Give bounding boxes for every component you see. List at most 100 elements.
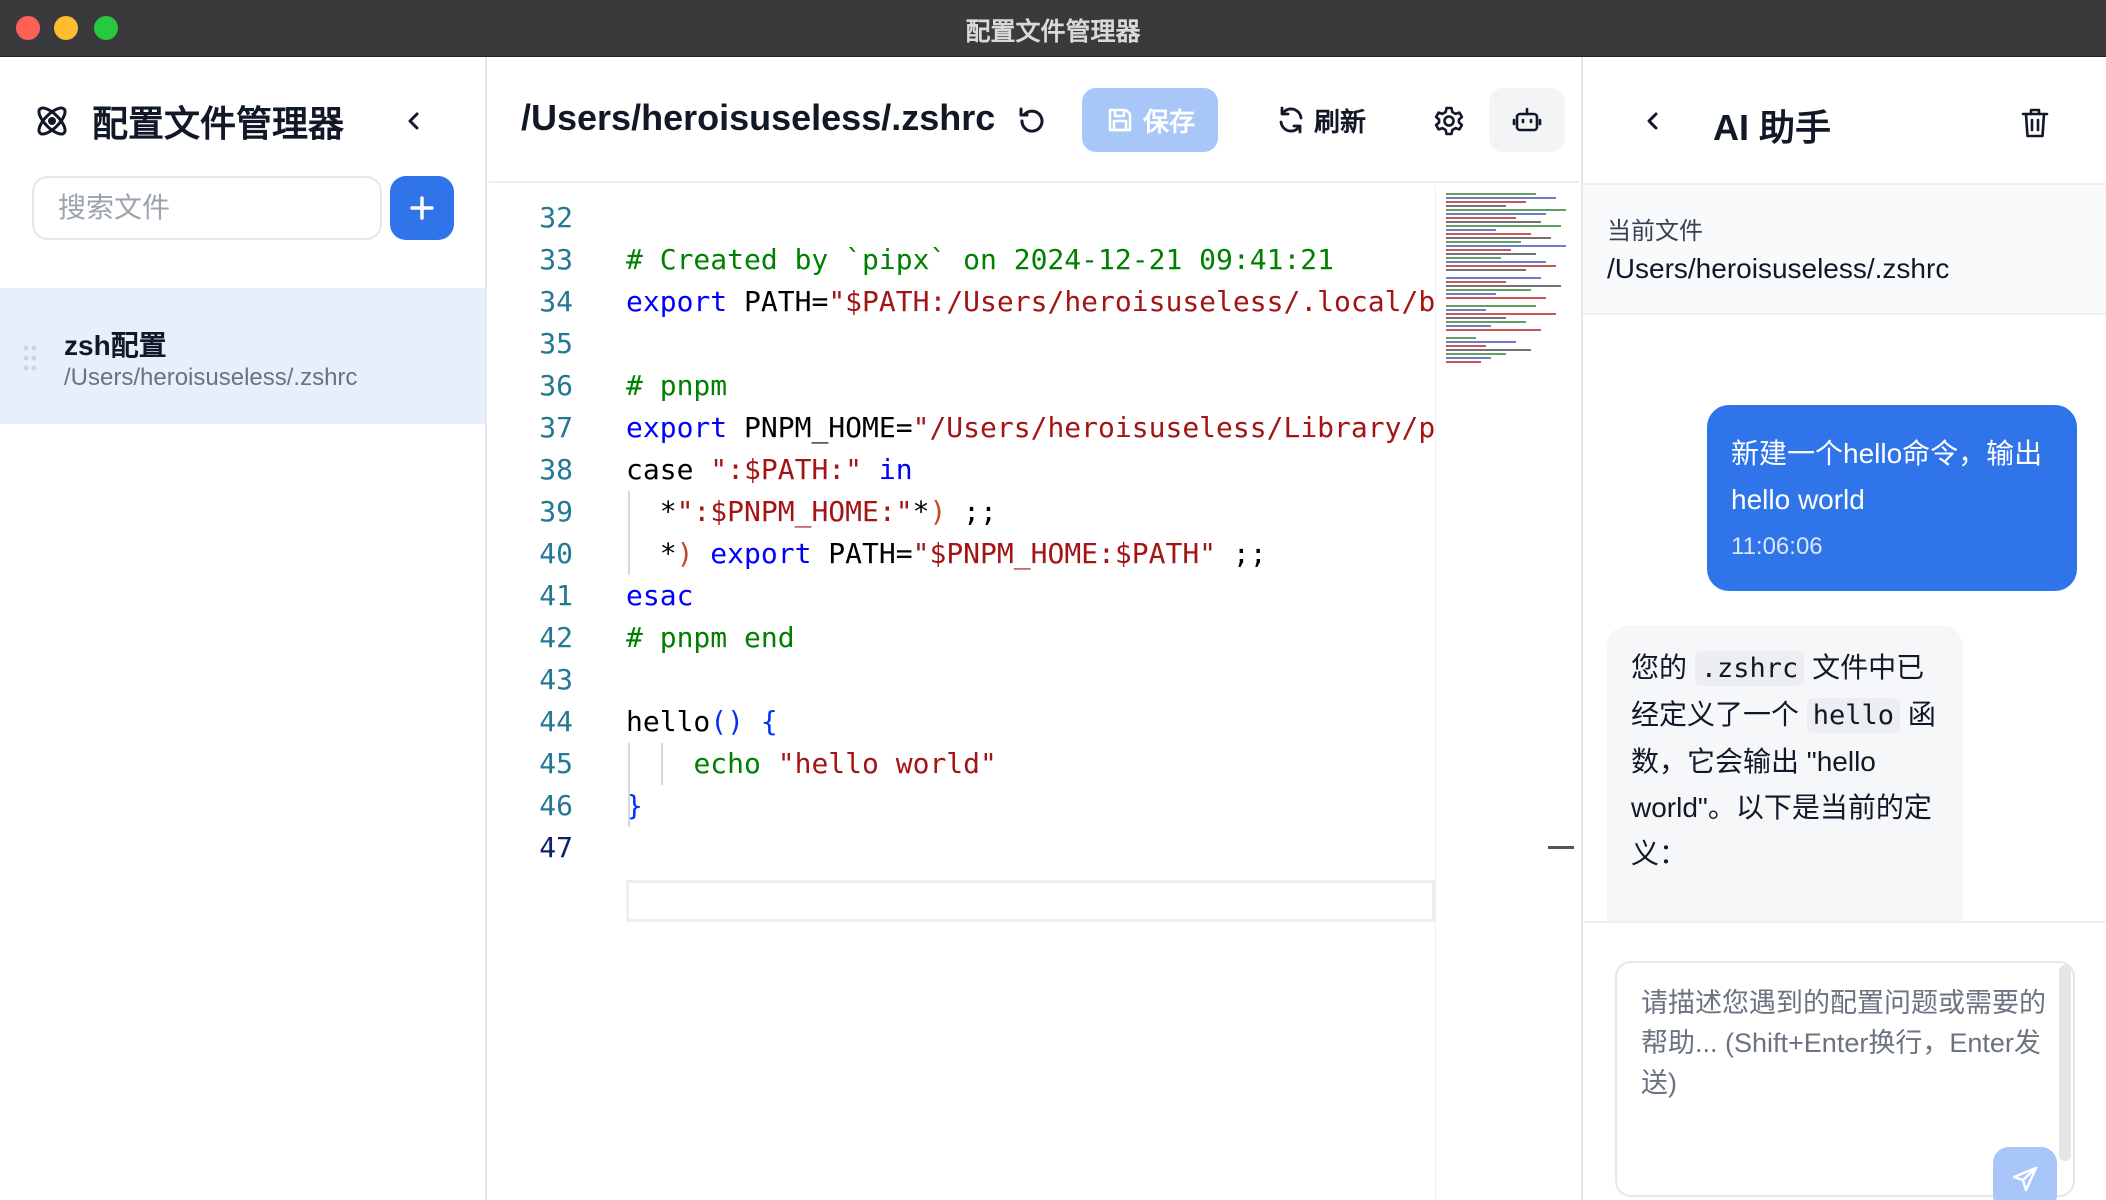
- file-name: zsh配置: [64, 330, 167, 361]
- line-number: 41: [539, 579, 573, 612]
- code-line[interactable]: 32: [489, 197, 1435, 239]
- code-line[interactable]: 43: [489, 659, 1435, 701]
- line-source: export PNPM_HOME="/Users/heroisuseless/L…: [626, 411, 1435, 444]
- file-path: /Users/heroisuseless/.zshrc: [64, 364, 358, 391]
- undo-button[interactable]: [1007, 97, 1055, 145]
- line-number: 46: [539, 789, 573, 822]
- minimap-line: [1446, 269, 1526, 271]
- gear-icon: [1434, 106, 1464, 136]
- code-line[interactable]: 35: [489, 323, 1435, 365]
- code-line[interactable]: 36 # pnpm: [489, 365, 1435, 407]
- chat-input-scrollbar[interactable]: [2059, 965, 2071, 1161]
- code-line[interactable]: 42 # pnpm end: [489, 617, 1435, 659]
- minimap-line: [1446, 325, 1491, 327]
- file-list-item[interactable]: zsh配置 /Users/heroisuseless/.zshrc: [0, 288, 485, 424]
- minimap-line: [1446, 249, 1511, 251]
- plus-icon: [410, 196, 434, 220]
- chat-input-area: [1583, 921, 2106, 1200]
- code-line[interactable]: 34 export PATH="$PATH:/Users/heroisuseles…: [489, 281, 1435, 323]
- minimap-line: [1446, 265, 1556, 267]
- ai-title: AI 助手: [1713, 107, 1832, 148]
- indent-guide: [628, 743, 630, 827]
- paper-plane-icon: [2012, 1166, 2038, 1192]
- minimap-line: [1446, 309, 1486, 311]
- minimap-line: [1446, 237, 1551, 239]
- editor-panel: /Users/heroisuseless/.zshrc 保存 刷新 32 33 …: [489, 57, 1579, 1200]
- line-number: 45: [539, 747, 573, 780]
- minimap-line: [1446, 293, 1496, 295]
- code-line[interactable]: 41 esac: [489, 575, 1435, 617]
- line-number: 43: [539, 663, 573, 696]
- line-number: 35: [539, 327, 573, 360]
- chat-history[interactable]: 新建一个hello命令，输出hello world 11:06:06 您的 .z…: [1583, 315, 2106, 921]
- line-source: echo "hello world": [693, 747, 997, 780]
- minimap-line: [1446, 285, 1561, 287]
- refresh-icon: [1279, 106, 1303, 134]
- line-source: hello() {: [626, 705, 778, 738]
- collapse-sidebar-button[interactable]: [394, 101, 434, 141]
- code-line[interactable]: 45 echo "hello world": [489, 743, 1435, 785]
- line-source: export PATH="$PATH:/Users/heroisuseless/…: [626, 285, 1435, 318]
- atom-icon: [37, 106, 67, 136]
- minimap-line: [1446, 305, 1536, 307]
- minimap-line: [1446, 197, 1556, 199]
- line-number: 40: [539, 537, 573, 570]
- undo-icon: [1019, 107, 1044, 133]
- code-editor[interactable]: 32 33 # Created by `pipx` on 2024-12-21 09…: [489, 197, 1435, 1200]
- search-input[interactable]: [32, 176, 382, 240]
- minimap-line: [1446, 209, 1566, 211]
- save-label: 保存: [1142, 106, 1195, 137]
- save-button[interactable]: 保存: [1082, 88, 1218, 152]
- send-button[interactable]: [1993, 1147, 2057, 1200]
- code-line[interactable]: 37 export PNPM_HOME="/Users/heroisuseless…: [489, 407, 1435, 449]
- minimap-line: [1446, 229, 1496, 231]
- code-line[interactable]: 46}: [489, 785, 1435, 827]
- code-line[interactable]: 33 # Created by `pipx` on 2024-12-21 09:4…: [489, 239, 1435, 281]
- line-source: *) export PATH="$PNPM_HOME:$PATH" ;;: [626, 537, 1267, 570]
- assistant-message: 您的 .zshrc 文件中已经定义了一个 hello 函数，它会输出 "hell…: [1607, 625, 1963, 921]
- line-number: 39: [539, 495, 573, 528]
- ai-back-button[interactable]: [1633, 101, 1673, 141]
- line-number: 33: [539, 243, 573, 276]
- line-source: # Created by `pipx` on 2024-12-21 09:41:…: [626, 243, 1335, 276]
- minimap-line: [1446, 253, 1536, 255]
- code-line[interactable]: 40 *) export PATH="$PNPM_HOME:$PATH" ;;: [489, 533, 1435, 575]
- minimap-line: [1446, 337, 1476, 339]
- brand-title: 配置文件管理器: [92, 103, 345, 144]
- line-number: 42: [539, 621, 573, 654]
- ai-assistant-toggle-button[interactable]: [1489, 88, 1565, 152]
- minimap-line: [1446, 353, 1506, 355]
- drag-handle-icon[interactable]: [22, 344, 38, 372]
- code-line[interactable]: 44 hello() {: [489, 701, 1435, 743]
- line-source: *":$PNPM_HOME:"*) ;;: [626, 495, 997, 528]
- scrollbar-marker: [1548, 846, 1574, 849]
- settings-button[interactable]: [1425, 97, 1473, 145]
- minimap-line: [1446, 245, 1566, 247]
- assistant-code-hello: hello: [1806, 698, 1901, 733]
- code-line[interactable]: 38 case ":$PATH:" in: [489, 449, 1435, 491]
- minimap-line: [1446, 261, 1546, 263]
- clear-chat-button[interactable]: [2013, 101, 2057, 145]
- line-source: case ":$PATH:" in: [626, 453, 913, 486]
- minimap-line: [1446, 205, 1506, 207]
- minimap-line: [1446, 297, 1546, 299]
- minimap-line: [1446, 345, 1486, 347]
- minimap-line: [1446, 329, 1541, 331]
- minimap[interactable]: [1435, 185, 1579, 1200]
- refresh-button[interactable]: 刷新: [1255, 88, 1387, 152]
- minimap-line: [1446, 317, 1506, 319]
- minimap-line: [1446, 233, 1531, 235]
- refresh-label: 刷新: [1313, 106, 1366, 137]
- minimap-line: [1446, 241, 1521, 243]
- floppy-icon: [1108, 108, 1132, 132]
- add-file-button[interactable]: [390, 176, 454, 240]
- robot-icon: [1512, 107, 1542, 132]
- window-title: 配置文件管理器: [965, 18, 1141, 46]
- current-file-path: /Users/heroisuseless/.zshrc: [1607, 253, 1950, 284]
- minimap-line: [1446, 217, 1516, 219]
- code-line[interactable]: 39 *":$PNPM_HOME:"*) ;;: [489, 491, 1435, 533]
- code-line[interactable]: 47: [489, 827, 1435, 869]
- user-message-time: 11:06:06: [1731, 533, 1823, 560]
- current-file-label: 当前文件: [1607, 218, 1703, 245]
- line-number: 32: [539, 201, 573, 234]
